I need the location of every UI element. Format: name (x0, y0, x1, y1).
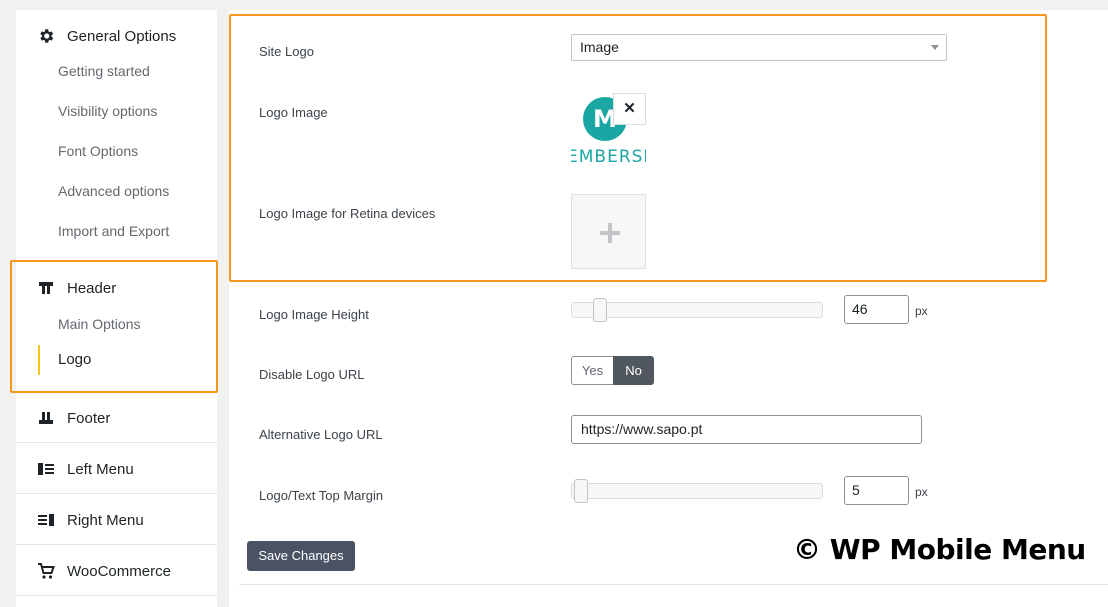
toggle-no-button[interactable]: No (613, 356, 654, 385)
sidebar-section-footer[interactable]: Footer (36, 406, 110, 430)
divider (16, 595, 217, 596)
toggle-yes-button[interactable]: Yes (571, 356, 613, 385)
disable-logo-url-toggle: Yes No (571, 356, 654, 385)
unit-label: px (915, 304, 928, 318)
sidebar-item-getting-started[interactable]: Getting started (58, 61, 150, 81)
top-margin-label: Logo/Text Top Margin (259, 488, 384, 503)
divider (239, 584, 1108, 585)
sidebar-section-right-menu[interactable]: Right Menu (36, 508, 144, 532)
left-menu-icon (36, 459, 56, 479)
sidebar-section-label: Footer (67, 409, 111, 427)
divider (16, 442, 217, 443)
logo-height-input[interactable]: 46 (844, 295, 909, 324)
right-menu-icon (36, 510, 56, 530)
sidebar-item-font-options[interactable]: Font Options (58, 141, 138, 161)
gear-icon (36, 26, 56, 46)
unit-label: px (915, 485, 928, 499)
slider-handle[interactable] (574, 479, 588, 503)
sidebar-section-left-menu[interactable]: Left Menu (36, 457, 134, 481)
sidebar-section-label: WooCommerce (67, 562, 171, 580)
sidebar-section-woocommerce[interactable]: WooCommerce (36, 559, 171, 583)
save-changes-button[interactable]: Save Changes (247, 541, 355, 571)
sidebar-item-advanced-options[interactable]: Advanced options (58, 181, 169, 201)
logo-height-label: Logo Image Height (259, 307, 369, 322)
sidebar-item-visibility-options[interactable]: Visibility options (58, 101, 157, 121)
top-margin-slider[interactable] (571, 479, 823, 503)
sidebar-section-label: General Options (67, 27, 177, 45)
highlight-box-logo-fields (229, 14, 1047, 282)
disable-logo-url-label: Disable Logo URL (259, 367, 365, 382)
watermark: © WP Mobile Menu (793, 533, 1086, 566)
cart-icon (36, 561, 56, 581)
highlight-box-sidebar (10, 260, 218, 393)
alt-logo-url-label: Alternative Logo URL (259, 427, 383, 442)
sidebar-section-label: Right Menu (67, 511, 144, 529)
sidebar-section-label: Left Menu (67, 460, 134, 478)
logo-height-slider[interactable] (571, 298, 823, 322)
alt-logo-url-input[interactable]: https://www.sapo.pt (571, 415, 922, 444)
slider-handle[interactable] (592, 298, 607, 322)
divider (16, 544, 217, 545)
footer-icon (36, 408, 56, 428)
divider (16, 493, 217, 494)
top-margin-input[interactable]: 5 (844, 476, 909, 505)
sidebar-section-general-options[interactable]: General Options (36, 24, 176, 48)
sidebar-item-import-export[interactable]: Import and Export (58, 221, 169, 241)
